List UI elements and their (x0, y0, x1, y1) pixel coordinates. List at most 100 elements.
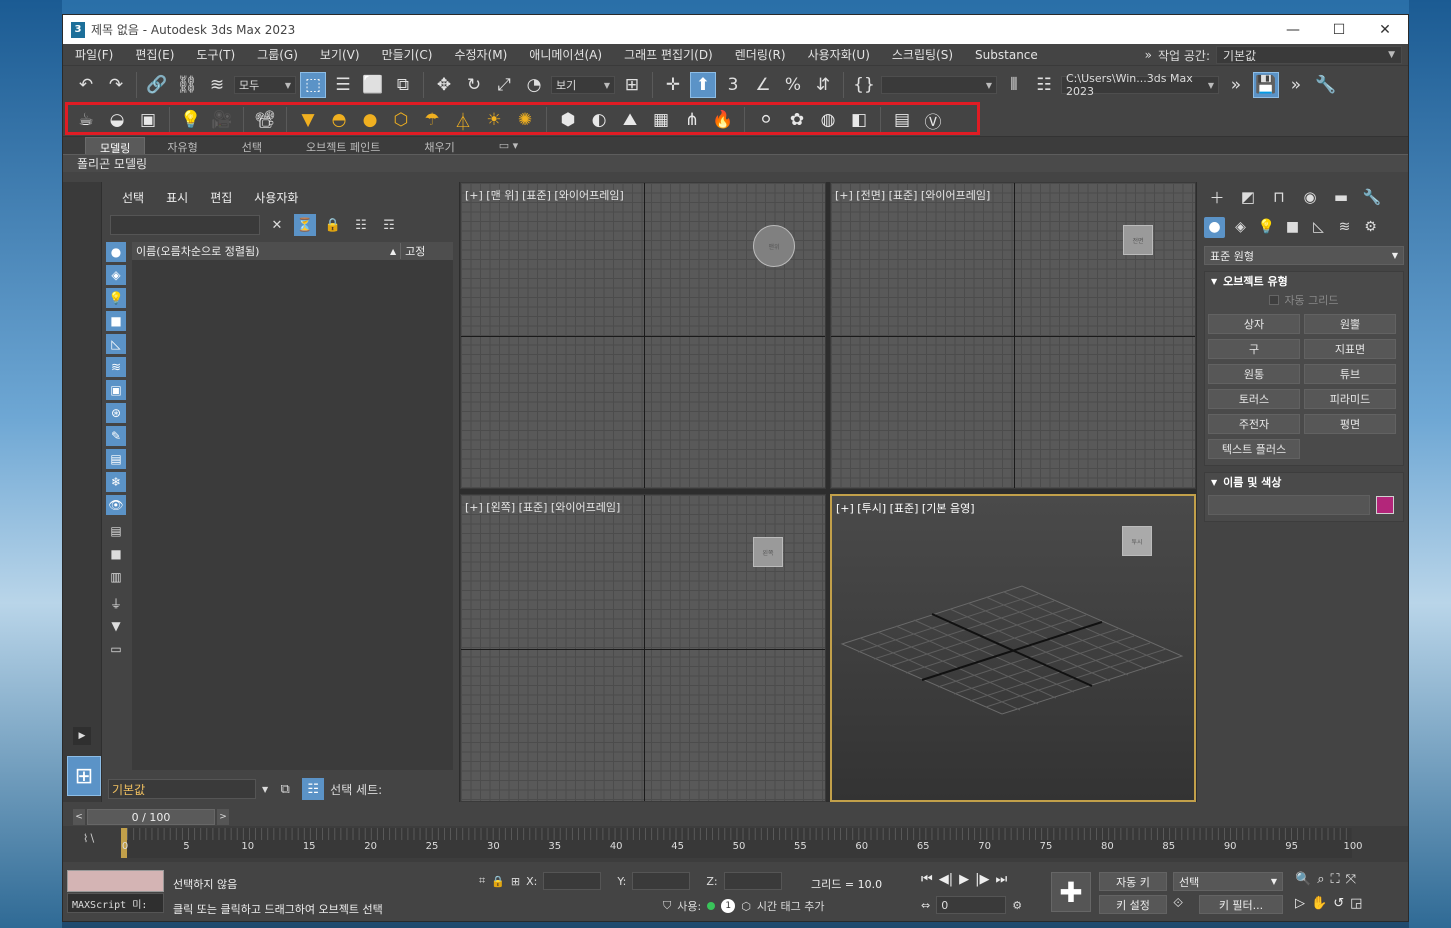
select-by-name-icon[interactable]: ☰ (330, 72, 356, 98)
spinner-snap-icon[interactable]: ⇵ (810, 72, 836, 98)
ribbon-options-icon[interactable]: ▭ ▾ (477, 137, 540, 154)
material-sphere-icon[interactable]: ⚪ (753, 108, 779, 132)
menu-customize[interactable]: 사용자화(U) (796, 46, 880, 63)
menu-create[interactable]: 만들기(C) (370, 46, 443, 63)
menu-edit[interactable]: 편집(E) (123, 46, 184, 63)
zoom-icon[interactable]: 🔍 (1295, 872, 1311, 887)
filter-helpers-icon[interactable]: ◺ (106, 334, 126, 354)
rect-selection-icon[interactable]: ⬜ (360, 72, 386, 98)
filter-hidden-icon[interactable]: 👁 (106, 495, 126, 515)
undo-icon[interactable]: ↶ (73, 72, 99, 98)
placement-icon[interactable]: ◔ (521, 72, 547, 98)
zoom-all-icon[interactable]: ⌕ (1317, 872, 1324, 887)
scale-icon[interactable]: ⤢ (491, 72, 517, 98)
layer-dropdown[interactable]: 기본값 (108, 779, 256, 799)
x-coord-input[interactable] (543, 872, 602, 890)
ref-coord-dropdown[interactable]: 보기 ▼ (551, 76, 615, 94)
hierarchy-icon[interactable]: ☷ (350, 214, 372, 236)
selection-filter-dropdown[interactable]: 모두 ▼ (234, 76, 296, 94)
rollout-object-type-header[interactable]: ▼ 오브젝트 유형 (1205, 272, 1403, 290)
viewcube-icon[interactable]: 왼쪽 (753, 537, 783, 567)
filter-bones-icon[interactable]: ✎ (106, 426, 126, 446)
viewcube-icon[interactable]: 맨위 (753, 225, 795, 267)
material-editor-icon[interactable]: ✿ (784, 108, 810, 132)
maxscript-label[interactable]: MAXScript 미: (67, 893, 164, 913)
spacewarps-icon[interactable]: ≋ (1334, 217, 1355, 238)
layers-icon[interactable]: ⧉ (274, 778, 296, 800)
viewcube-icon[interactable]: 투시 (1122, 526, 1152, 556)
create-tab-icon[interactable]: ＋ (1206, 187, 1228, 208)
container-icon[interactable]: ▭ (106, 639, 126, 659)
default-in-out-icon[interactable]: ⟐ (1173, 896, 1183, 911)
utilities-tab-icon[interactable]: 🔧 (1361, 188, 1383, 206)
link-icon[interactable]: 🔗 (144, 72, 170, 98)
isolate-icon[interactable]: ⌗ (479, 874, 485, 888)
project-path-dropdown[interactable]: C:\Users\Win...3ds Max 2023 ▼ (1061, 72, 1219, 98)
viewport-layout-button[interactable]: ⊞ (67, 756, 101, 796)
sunburst-icon[interactable]: ✺ (512, 108, 538, 132)
render-frame-icon[interactable]: ◍ (815, 108, 841, 132)
hierarchy-mode-icon[interactable]: ☷ (302, 778, 325, 800)
redo-icon[interactable]: ↷ (103, 72, 129, 98)
menu-rendering[interactable]: 렌더링(R) (723, 46, 796, 63)
pan-icon[interactable]: ✋ (1311, 896, 1327, 911)
orbit-icon[interactable]: ↺ (1333, 896, 1344, 911)
torus-knot-icon[interactable]: ◒ (104, 108, 130, 132)
time-tag-icon[interactable]: ⬡ (741, 900, 751, 913)
display-tab-icon[interactable]: ▬ (1330, 188, 1352, 206)
lights-icon[interactable]: 💡 (1256, 217, 1277, 238)
environment-icon[interactable]: ◐ (586, 108, 612, 132)
menu-scripting[interactable]: 스크립팅(S) (880, 46, 963, 63)
bind-space-warp-icon[interactable]: ≋ (204, 72, 230, 98)
sun-icon[interactable]: ☀ (481, 108, 507, 132)
filter-geometry-icon[interactable]: ● (106, 242, 126, 262)
unlink-icon[interactable]: ⛓ (174, 72, 200, 98)
filter-lights-icon[interactable]: 💡 (106, 288, 126, 308)
zoom-extents-icon[interactable]: ⛶ (1330, 872, 1339, 887)
percent-snap-icon[interactable]: % (780, 72, 806, 98)
filter-xrefs-icon[interactable]: ⊛ (106, 403, 126, 423)
se-menu-select[interactable]: 선택 (122, 189, 144, 206)
key-filters-button[interactable]: 키 필터... (1199, 895, 1283, 914)
track-bar[interactable]: ⌇∖ 0 5 10 15 20 25 30 35 40 45 50 55 60 65 70 75 80 85 90 9… (63, 826, 1408, 862)
se-menu-display[interactable]: 표시 (166, 189, 188, 206)
object-color-swatch[interactable] (1376, 496, 1394, 514)
plane-button[interactable]: 평면 (1304, 414, 1396, 434)
systems-icon[interactable]: ⚙ (1360, 217, 1381, 238)
cone-button[interactable]: 원뿔 (1304, 314, 1396, 334)
filter-frozen-icon[interactable]: ❄ (106, 472, 126, 492)
sphere-light-icon[interactable]: ● (357, 108, 383, 132)
key-selection-dropdown[interactable]: 선택 ▼ (1173, 872, 1283, 891)
go-to-end-icon[interactable]: ⏭ (995, 872, 1007, 887)
edit-named-sel-icon[interactable]: {} (851, 72, 877, 98)
col-freeze[interactable]: 고정 (400, 243, 452, 259)
clear-search-icon[interactable]: ✕ (266, 214, 288, 236)
toolbar-more-icon[interactable]: » (1223, 72, 1249, 98)
move-icon[interactable]: ✥ (431, 72, 457, 98)
viewport-front[interactable]: [+] [전면] [표준] [와이어프레임] 전면 (830, 182, 1196, 489)
pivot-center-icon[interactable]: ⊞ (619, 72, 645, 98)
align-icon[interactable]: ☷ (1031, 72, 1057, 98)
rotate-icon[interactable]: ↻ (461, 72, 487, 98)
render-setup-icon[interactable]: 🔧 (1313, 72, 1339, 98)
viewport-left-label[interactable]: [+] [왼쪽] [표준] [와이어프레임] (465, 499, 620, 515)
helpers-icon[interactable]: ◺ (1308, 217, 1329, 238)
menu-tools[interactable]: 도구(T) (184, 46, 245, 63)
photometric-light-icon[interactable]: ⏃ (450, 108, 476, 133)
se-menu-customize[interactable]: 사용자화 (254, 189, 298, 206)
field-of-view-icon[interactable]: ▷ (1295, 896, 1305, 911)
scatter-icon[interactable]: ▦ (648, 108, 674, 132)
time-config-icon[interactable]: ⚙ (1012, 899, 1022, 912)
chevron-down-icon[interactable]: ▼ (262, 785, 268, 794)
text-plus-button[interactable]: 텍스트 플러스 (1208, 439, 1300, 459)
menu-modifiers[interactable]: 수정자(M) (442, 46, 517, 63)
teapot-button[interactable]: 주전자 (1208, 414, 1300, 434)
snap-3d-icon[interactable]: 3 (720, 72, 746, 98)
minimize-icon[interactable]: — (1270, 15, 1316, 44)
filter-funnel-2-icon[interactable]: ▼ (106, 616, 126, 636)
prev-frame-icon[interactable]: < (73, 809, 85, 825)
menu-file[interactable]: 파일(F) (63, 46, 123, 63)
cameras-icon[interactable]: ■ (1282, 217, 1303, 238)
expand-explorer-button[interactable]: ▶ (73, 727, 91, 745)
current-frame-input[interactable]: 0 (936, 896, 1007, 914)
